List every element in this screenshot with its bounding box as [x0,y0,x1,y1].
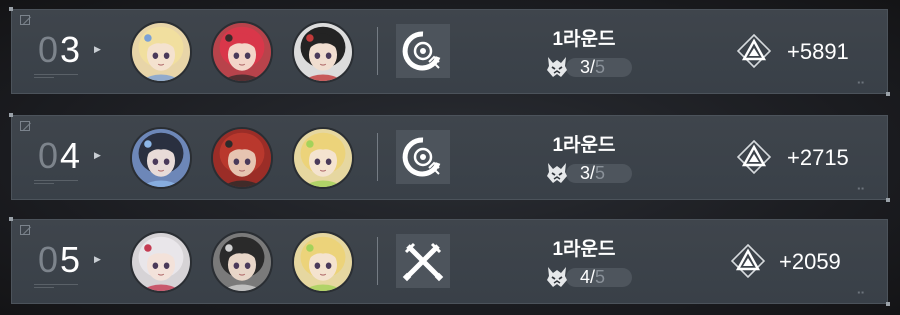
rank-underline [34,77,54,78]
ranking-row[interactable]: ▪▪ 03 ▶ 1라운드 3/5 +5891 [9,7,890,96]
rank-underline [34,180,78,181]
boss-score: 3/5 [544,160,634,186]
corner-dot [886,198,890,202]
score-text: 3/5 [580,163,605,183]
score-max: 5 [595,267,606,287]
blonde-green-ribbon-avatar[interactable] [292,127,354,189]
corner-dot [9,113,13,117]
silver-hair-avatar[interactable] [130,231,192,293]
reward-triangle-icon [736,33,772,69]
demon-icon [544,54,570,80]
expand-corner-icon [20,121,30,131]
demon-icon [544,160,570,186]
rank-digit: 3 [60,29,81,70]
expand-arrow-icon[interactable]: ▶ [94,254,101,265]
red-hair-horns-avatar[interactable] [211,21,273,83]
corner-dot [9,217,13,221]
black-hair-white-cap-avatar[interactable] [292,21,354,83]
round-label: 1라운드 [552,29,616,50]
corner-dot [886,92,890,96]
reward-points: +2059 [779,249,841,274]
rank-number: 05 [38,240,80,280]
score-max: 5 [595,163,606,183]
target-swirl-up-icon [396,130,450,184]
crossed-swords-icon [396,234,450,288]
round-label: 1라운드 [552,239,616,260]
rank-underline [34,284,78,285]
black-hair-blue-avatar[interactable] [130,127,192,189]
score-current: 4 [580,267,591,287]
score-current: 3 [580,57,591,77]
target-swirl-up-icon [396,24,450,78]
reward-triangle-icon [730,243,766,279]
rank-number: 04 [38,136,80,176]
expand-corner-icon [20,225,30,235]
reward-triangle-icon [736,139,772,175]
corner-dot [9,7,13,11]
score-current: 3 [580,163,591,183]
expand-corner-icon [20,15,30,25]
rank-underline [34,74,78,75]
corner-dot [886,302,890,306]
rank-prefix: 0 [38,135,59,176]
blonde-green-ribbon-avatar[interactable] [292,231,354,293]
boss-score: 4/5 [544,264,634,290]
divider [377,27,378,75]
divider [377,237,378,285]
score-text: 4/5 [580,267,605,287]
score-text: 3/5 [580,57,605,77]
rank-digit: 4 [60,135,81,176]
boss-score: 3/5 [544,54,634,80]
dots-decoration: ▪▪ [857,184,865,193]
round-label: 1라운드 [552,135,616,156]
rank-digit: 5 [60,239,81,280]
rank-underline [34,183,54,184]
expand-arrow-icon[interactable]: ▶ [94,150,101,161]
black-hair-boy-avatar[interactable] [211,231,273,293]
expand-arrow-icon[interactable]: ▶ [94,44,101,55]
reward-points: +2715 [787,145,849,170]
reward-points: +5891 [787,39,849,64]
elf-blonde-flower-crown-avatar[interactable] [130,21,192,83]
rank-number: 03 [38,30,80,70]
ranking-row[interactable]: ▪▪ 04 ▶ 1라운드 3/5 +2715 [9,113,890,202]
rank-prefix: 0 [38,239,59,280]
score-max: 5 [595,57,606,77]
ranking-row[interactable]: ▪▪ 05 ▶ 1라운드 4/5 +2059 [9,217,890,306]
rank-prefix: 0 [38,29,59,70]
red-hair-glasses-avatar[interactable] [211,127,273,189]
dots-decoration: ▪▪ [857,288,865,297]
rank-underline [34,287,54,288]
dots-decoration: ▪▪ [857,78,865,87]
demon-icon [544,264,570,290]
divider [377,133,378,181]
